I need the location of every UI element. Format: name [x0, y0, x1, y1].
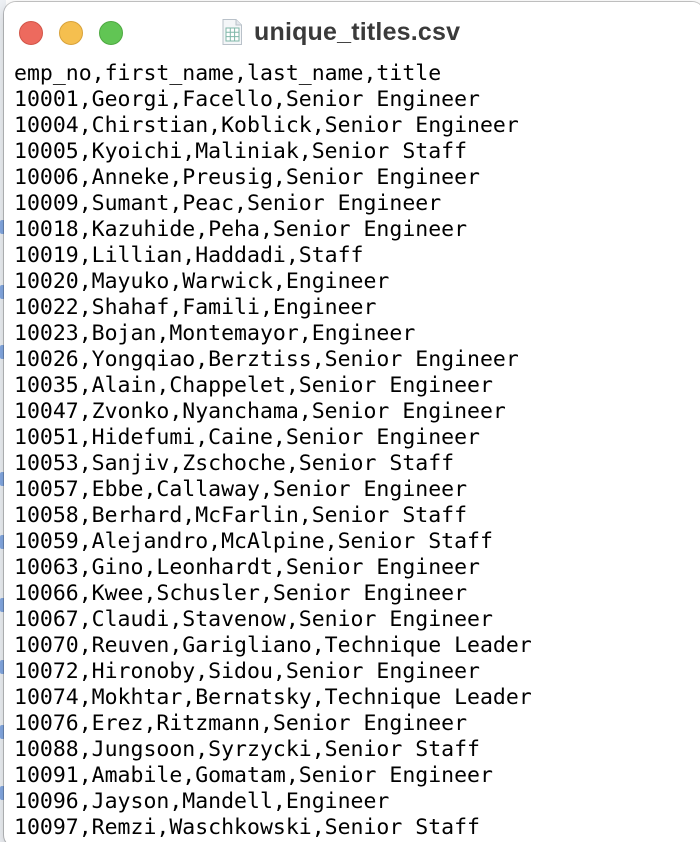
csv-data-line: 10059,Alejandro,McAlpine,Senior Staff	[14, 529, 493, 554]
csv-data-line: 10057,Ebbe,Callaway,Senior Engineer	[14, 477, 468, 502]
minimize-window-button[interactable]	[59, 21, 83, 45]
csv-data-line: 10018,Kazuhide,Peha,Senior Engineer	[14, 217, 468, 242]
close-window-button[interactable]	[19, 21, 43, 45]
csv-data-line: 10019,Lillian,Haddadi,Staff	[14, 243, 364, 268]
csv-data-line: 10063,Gino,Leonhardt,Senior Engineer	[14, 555, 480, 580]
csv-data-line: 10072,Hironoby,Sidou,Senior Engineer	[14, 659, 480, 684]
csv-data-line: 10091,Amabile,Gomatam,Senior Engineer	[14, 763, 493, 788]
csv-data-line: 10051,Hidefumi,Caine,Senior Engineer	[14, 425, 480, 450]
csv-data-line: 10067,Claudi,Stavenow,Senior Engineer	[14, 607, 493, 632]
title-bar[interactable]: unique_titles.csv	[4, 2, 700, 58]
csv-data-line: 10070,Reuven,Garigliano,Technique Leader	[14, 633, 532, 658]
csv-data-line: 10076,Erez,Ritzmann,Senior Engineer	[14, 711, 468, 736]
csv-data-line: 10097,Remzi,Waschkowski,Senior Staff	[14, 815, 480, 840]
csv-data-line: 10026,Yongqiao,Berztiss,Senior Engineer	[14, 347, 519, 372]
csv-data-line: 10058,Berhard,McFarlin,Senior Staff	[14, 503, 468, 528]
spreadsheet-document-icon	[222, 19, 242, 45]
zoom-window-button[interactable]	[99, 21, 123, 45]
csv-data-line: 10022,Shahaf,Famili,Engineer	[14, 295, 377, 320]
csv-header-line: emp_no,first_name,last_name,title	[14, 61, 442, 86]
csv-data-line: 10005,Kyoichi,Maliniak,Senior Staff	[14, 139, 468, 164]
csv-data-line: 10047,Zvonko,Nyanchama,Senior Engineer	[14, 399, 506, 424]
csv-data-line: 10004,Chirstian,Koblick,Senior Engineer	[14, 113, 519, 138]
csv-data-line: 10074,Mokhtar,Bernatsky,Technique Leader	[14, 685, 532, 710]
window-title: unique_titles.csv	[254, 17, 461, 46]
csv-data-line: 10088,Jungsoon,Syrzycki,Senior Staff	[14, 737, 480, 762]
csv-data-line: 10053,Sanjiv,Zschoche,Senior Staff	[14, 451, 455, 476]
csv-data-line: 10001,Georgi,Facello,Senior Engineer	[14, 87, 480, 112]
window-title-group: unique_titles.csv	[220, 16, 460, 48]
csv-data-line: 10066,Kwee,Schusler,Senior Engineer	[14, 581, 468, 606]
csv-data-line: 10009,Sumant,Peac,Senior Engineer	[14, 191, 442, 216]
csv-data-line: 10023,Bojan,Montemayor,Engineer	[14, 321, 416, 346]
quicklook-window: unique_titles.csv emp_no,first_name,last…	[4, 2, 700, 842]
csv-data-line: 10035,Alain,Chappelet,Senior Engineer	[14, 373, 493, 398]
file-content[interactable]: emp_no,first_name,last_name,title 10001,G…	[14, 61, 700, 842]
csv-data-line: 10006,Anneke,Preusig,Senior Engineer	[14, 165, 480, 190]
csv-data-line: 10096,Jayson,Mandell,Engineer	[14, 789, 390, 814]
csv-data-line: 10020,Mayuko,Warwick,Engineer	[14, 269, 390, 294]
